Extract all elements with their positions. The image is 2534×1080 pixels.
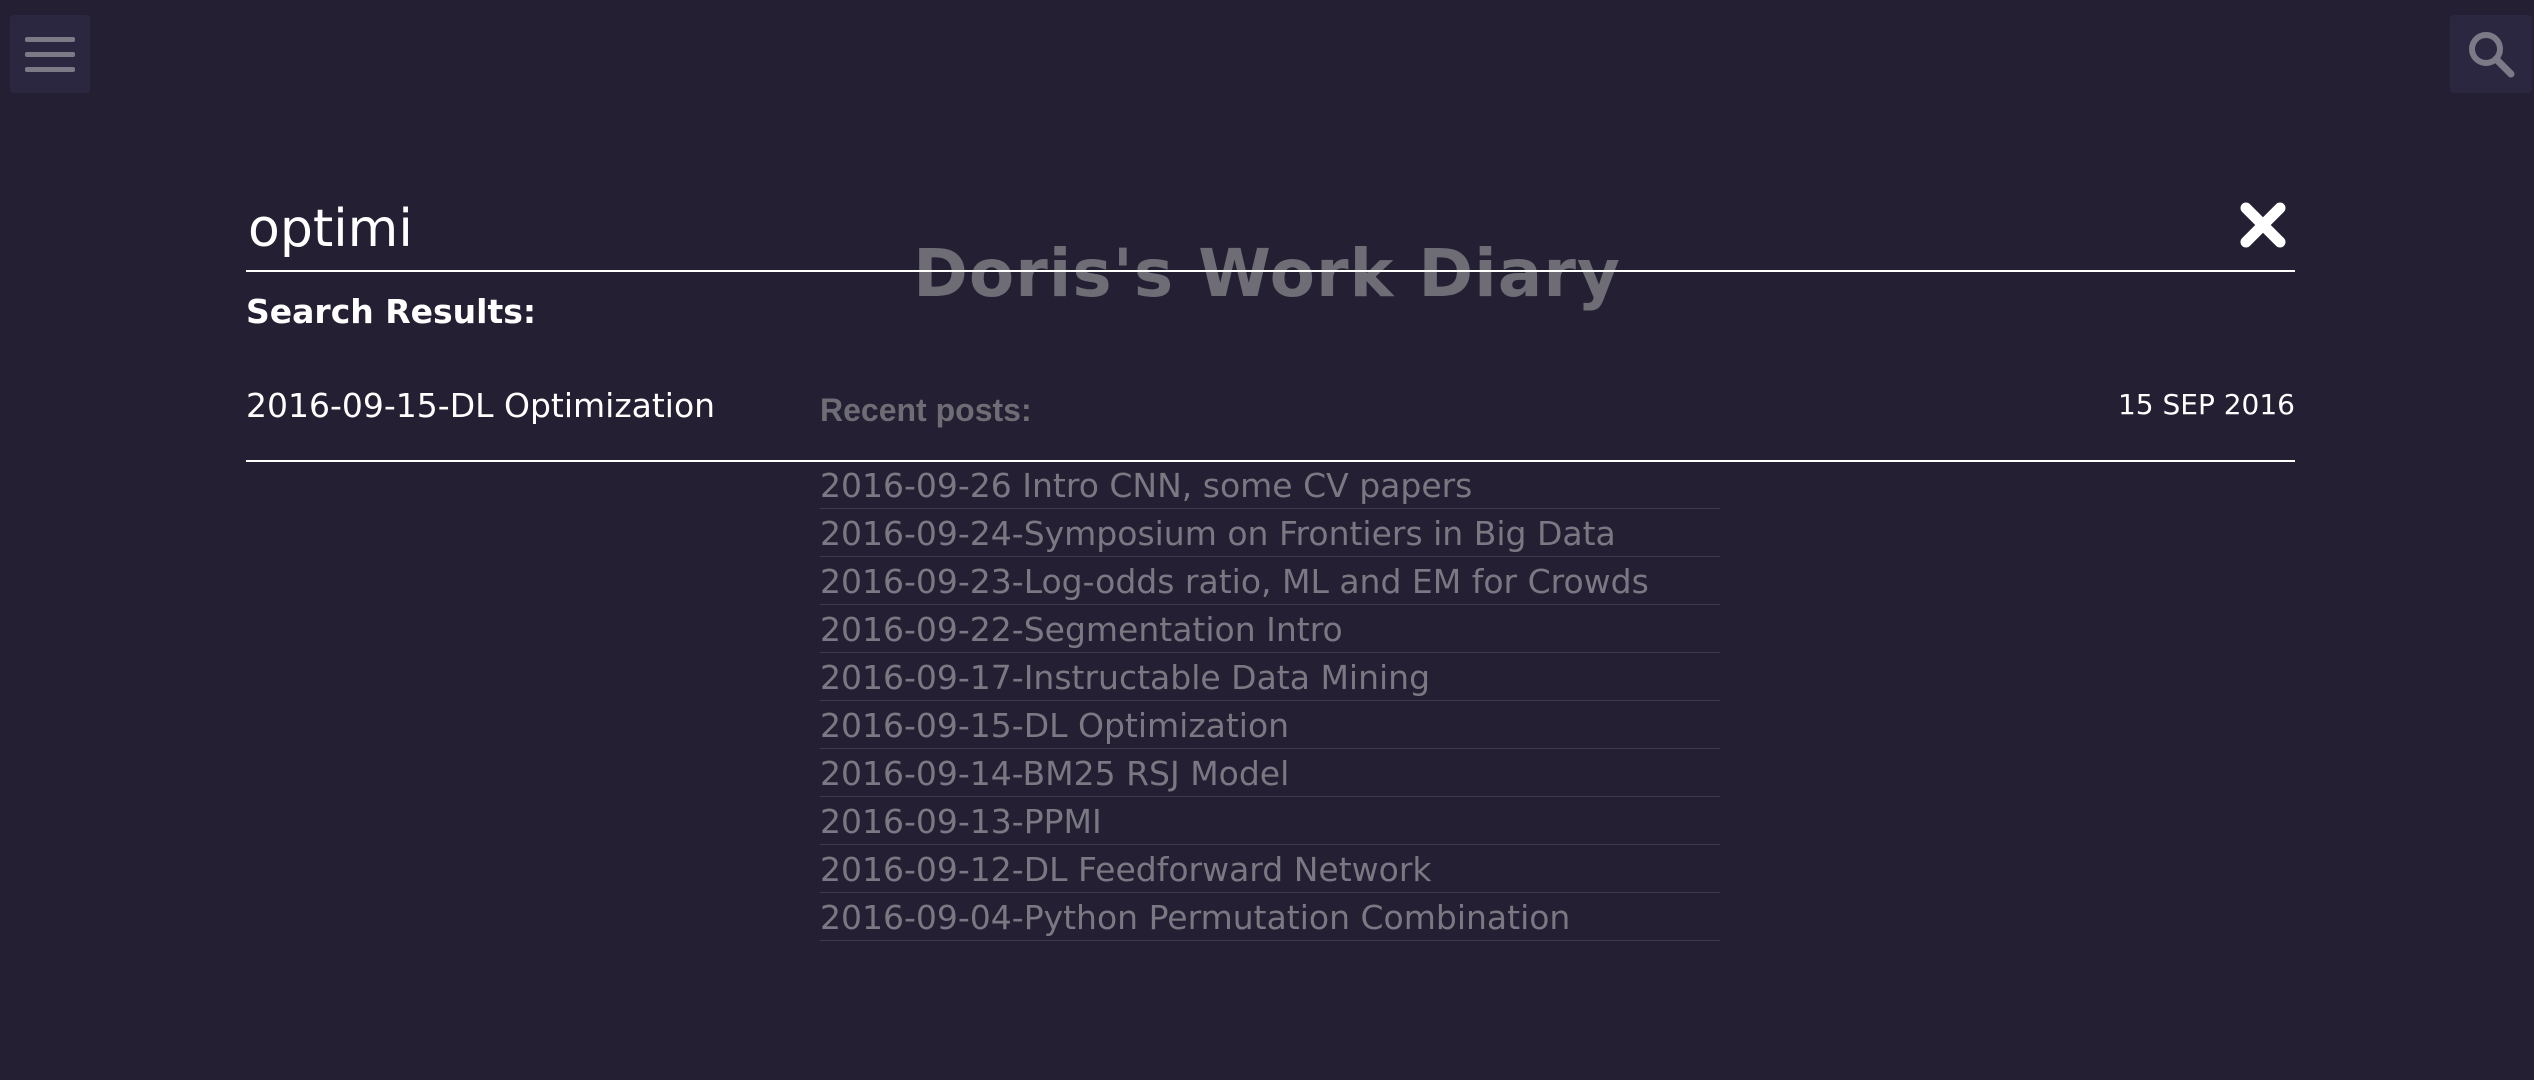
search-result-title[interactable]: 2016-09-15-DL Optimization — [246, 386, 715, 425]
search-results-heading: Search Results: — [246, 292, 537, 331]
recent-post-link[interactable]: 2016-09-26 Intro CNN, some CV papers — [820, 461, 1720, 509]
recent-post-link[interactable]: 2016-09-22-Segmentation Intro — [820, 605, 1720, 653]
search-result-date: 15 SEP 2016 — [2117, 388, 2295, 421]
search-field — [246, 190, 2295, 272]
recent-post-link[interactable]: 2016-09-23-Log-odds ratio, ML and EM for… — [820, 557, 1720, 605]
recent-post-link[interactable]: 2016-09-13-PPMI — [820, 797, 1720, 845]
recent-post-link[interactable]: 2016-09-14-BM25 RSJ Model — [820, 749, 1720, 797]
search-icon — [2469, 32, 2515, 78]
recent-post-link[interactable]: 2016-09-15-DL Optimization — [820, 701, 1720, 749]
close-icon — [2240, 202, 2286, 248]
recent-post-link[interactable]: 2016-09-12-DL Feedforward Network — [820, 845, 1720, 893]
recent-posts-list: 2016-09-26 Intro CNN, some CV papers 201… — [820, 461, 1720, 941]
hamburger-menu-icon-bar — [25, 67, 75, 72]
close-search-button[interactable] — [2238, 200, 2288, 250]
recent-post-link[interactable]: 2016-09-24-Symposium on Frontiers in Big… — [820, 509, 1720, 557]
search-result-item[interactable]: 2016-09-15-DL Optimization 15 SEP 2016 — [246, 372, 2295, 462]
hamburger-menu-icon-bar — [25, 52, 75, 57]
search-input[interactable] — [246, 190, 2148, 268]
page: Doris's Work Diary Recent posts: 2016-09… — [0, 0, 2534, 1080]
search-button[interactable] — [2450, 15, 2532, 93]
recent-post-link[interactable]: 2016-09-04-Python Permutation Combinatio… — [820, 893, 1720, 941]
recent-post-link[interactable]: 2016-09-17-Instructable Data Mining — [820, 653, 1720, 701]
menu-button[interactable] — [10, 15, 90, 93]
hamburger-menu-icon — [25, 37, 75, 42]
